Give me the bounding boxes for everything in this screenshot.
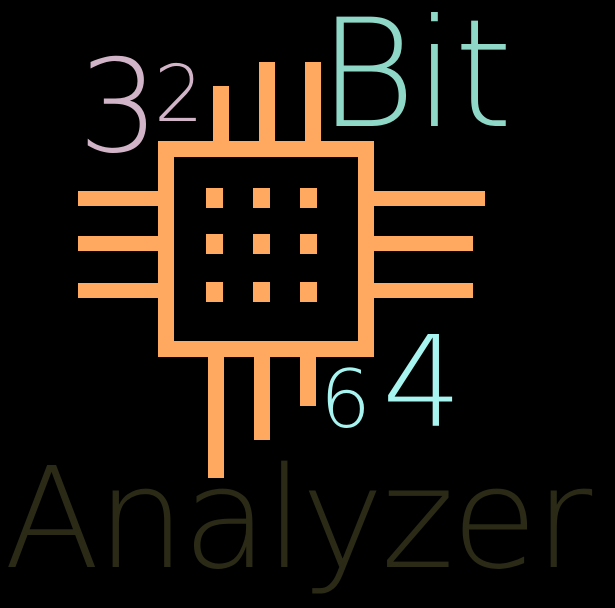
chip-pin-right xyxy=(373,236,473,251)
label-bit: Bit xyxy=(318,0,513,162)
chip-pin-right xyxy=(373,283,473,298)
chip-pin-bottom xyxy=(254,356,270,440)
chip-core-dot xyxy=(300,188,317,208)
label-32-digit-3: 3 xyxy=(78,33,159,182)
label-32-digit-2: 2 xyxy=(154,50,204,140)
chip-pin-left xyxy=(78,283,159,298)
chip-core-dot xyxy=(206,282,223,302)
chip-pin-top xyxy=(213,86,229,142)
chip-core-dot xyxy=(206,234,223,254)
chip-pin-left xyxy=(78,236,159,251)
chip-core-dot xyxy=(206,188,223,208)
chip-pin-left xyxy=(78,191,159,206)
chip-core-dot xyxy=(253,188,270,208)
chip-pin-top xyxy=(259,62,275,142)
chip-core-dot xyxy=(300,282,317,302)
label-analyzer: Analyzer xyxy=(4,438,592,601)
chip-core-dot xyxy=(300,234,317,254)
chip-core-dot xyxy=(253,282,270,302)
bit-analyzer-logo: 3 2 Bit 6 4 Analyzer xyxy=(0,0,615,608)
chip-core-dot xyxy=(253,234,270,254)
label-64-digit-4: 4 xyxy=(382,309,463,456)
chip-pin-bottom xyxy=(300,356,316,406)
label-64-digit-6: 6 xyxy=(320,353,371,446)
chip-pin-right xyxy=(373,191,485,206)
